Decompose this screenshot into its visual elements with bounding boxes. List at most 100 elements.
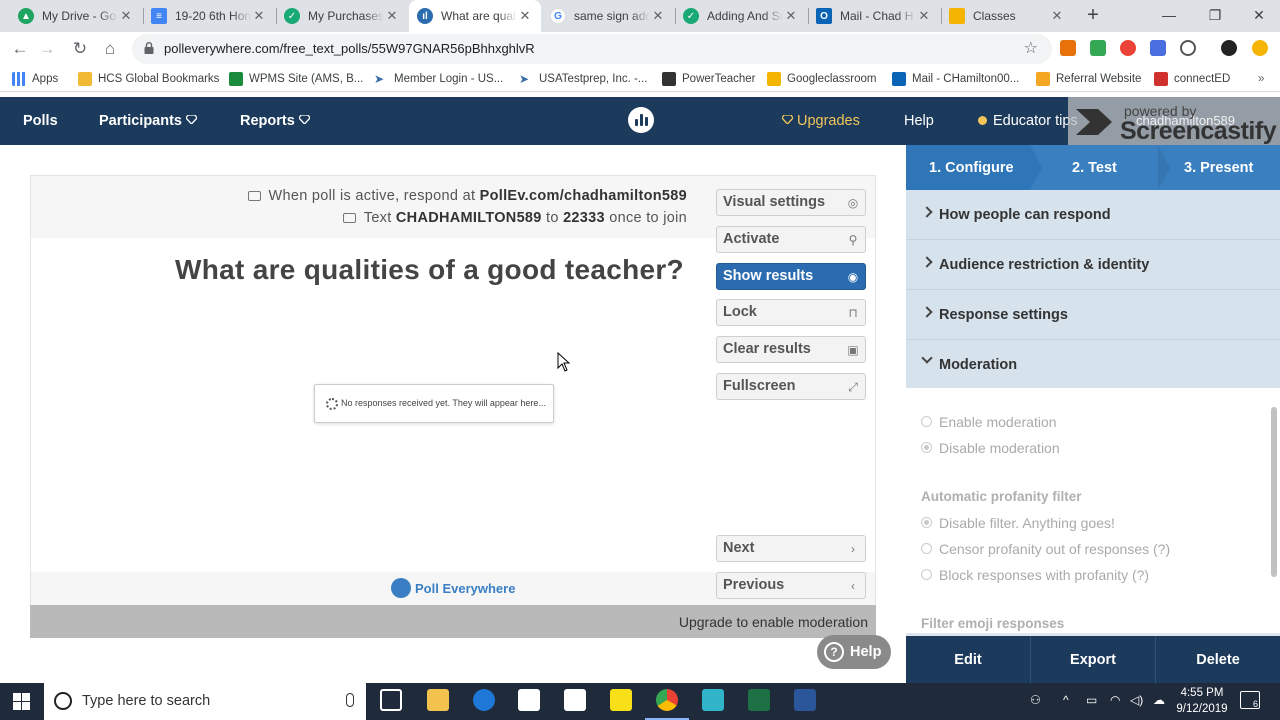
export-button[interactable]: Export <box>1031 636 1155 683</box>
wifi-icon[interactable]: ◠ <box>1110 693 1120 707</box>
people-icon[interactable]: ⚇ <box>1030 693 1041 707</box>
extension-icon[interactable] <box>1060 40 1076 56</box>
restore-icon[interactable]: ❐ <box>1192 0 1238 32</box>
close-window-icon[interactable]: ✕ <box>1236 0 1280 32</box>
bookmark-powerteacher[interactable]: PowerTeacher <box>662 70 756 88</box>
notification-center-icon[interactable]: 6 <box>1240 691 1260 709</box>
polleverywhere-logo[interactable] <box>628 107 654 133</box>
volume-icon[interactable]: ◁) <box>1130 693 1143 707</box>
bookmark-member-login[interactable]: ➤ Member Login - US... <box>374 70 503 88</box>
nav-help[interactable]: Help <box>904 113 934 129</box>
block-profanity-radio[interactable]: Block responses with profanity (?) <box>921 567 1149 583</box>
section-how-people-respond[interactable]: How people can respond <box>906 190 1280 240</box>
edge-icon[interactable] <box>473 689 495 711</box>
show-results-button[interactable]: Show results ◉ <box>716 263 866 290</box>
gmail-extension-icon[interactable] <box>1150 40 1166 56</box>
nav-participants[interactable]: Participants <box>99 113 197 129</box>
browser-tab-mail[interactable]: O Mail - Chad H ✕ <box>808 0 940 32</box>
minimize-icon[interactable]: — <box>1146 0 1192 32</box>
chrome-icon[interactable] <box>656 689 678 711</box>
close-icon[interactable]: ✕ <box>517 8 533 24</box>
bookmark-googleclassroom[interactable]: Googleclassroom <box>767 70 876 88</box>
bookmark-usatestprep[interactable]: ➤ USATestprep, Inc. -... <box>519 70 647 88</box>
back-arrow-icon[interactable]: ← <box>7 36 33 62</box>
power-extension-icon[interactable] <box>1180 40 1196 56</box>
nav-polls[interactable]: Polls <box>23 113 58 129</box>
close-icon[interactable]: ✕ <box>1049 8 1065 24</box>
nav-educator-tips[interactable]: Educator tips <box>978 113 1078 129</box>
close-icon[interactable]: ✕ <box>251 8 267 24</box>
profile-avatar[interactable] <box>1221 40 1237 56</box>
next-button[interactable]: Next › <box>716 535 866 562</box>
bookmark-hcs[interactable]: HCS Global Bookmarks <box>78 70 219 88</box>
activate-button[interactable]: Activate ⚲ <box>716 226 866 253</box>
more-bookmarks-chevron-icon[interactable]: » <box>1258 70 1264 88</box>
browser-tab-docs[interactable]: ≡ 19-20 6th Hon ✕ <box>143 0 275 32</box>
delete-button[interactable]: Delete <box>1156 636 1280 683</box>
snipping-tool-icon[interactable] <box>702 689 724 711</box>
battery-icon[interactable]: ▭ <box>1086 693 1097 707</box>
bookmark-referral[interactable]: Referral Website <box>1036 70 1141 88</box>
file-explorer-icon[interactable] <box>427 689 449 711</box>
bookmark-mail[interactable]: Mail - CHamilton00... <box>892 70 1019 88</box>
onedrive-icon[interactable]: ☁ <box>1153 693 1165 707</box>
forward-arrow-icon[interactable]: → <box>34 36 60 62</box>
browser-tab-poll[interactable]: ıl What are quali ✕ <box>409 0 541 32</box>
close-icon[interactable]: ✕ <box>118 8 134 24</box>
close-icon[interactable]: ✕ <box>783 8 799 24</box>
censor-profanity-radio[interactable]: Censor profanity out of responses (?) <box>921 541 1170 557</box>
tab-configure[interactable]: 1. Configure <box>929 145 1014 190</box>
help-bubble-button[interactable]: ? Help <box>817 635 891 669</box>
browser-tab-search[interactable]: G same sign add ✕ <box>542 0 674 32</box>
bookmark-star-icon[interactable]: ☆ <box>1024 38 1038 58</box>
bookmark-connected[interactable]: connectED <box>1154 70 1230 88</box>
previous-button[interactable]: Previous ‹ <box>716 572 866 599</box>
close-icon[interactable]: ✕ <box>384 8 400 24</box>
extension-icon[interactable] <box>1120 40 1136 56</box>
update-alert-icon[interactable] <box>1252 40 1268 56</box>
store-icon[interactable] <box>518 689 540 711</box>
lock-button[interactable]: Lock ⊓ <box>716 299 866 326</box>
bookmark-apps[interactable]: Apps <box>12 70 58 88</box>
upgrade-note[interactable]: Upgrade to enable moderation <box>679 614 868 630</box>
panel-scrollbar[interactable] <box>1271 407 1277 577</box>
nav-reports[interactable]: Reports <box>240 113 310 129</box>
close-icon[interactable]: ✕ <box>916 8 932 24</box>
fullscreen-button[interactable]: Fullscreen ⤢ <box>716 373 866 400</box>
section-audience-restriction[interactable]: Audience restriction & identity <box>906 240 1280 290</box>
windows-start-icon[interactable] <box>13 693 30 710</box>
new-tab-plus-icon[interactable]: + <box>1082 4 1104 28</box>
section-moderation[interactable]: Moderation <box>906 340 1280 390</box>
clear-results-button[interactable]: Clear results ▣ <box>716 336 866 363</box>
section-response-settings[interactable]: Response settings <box>906 290 1280 340</box>
chevron-up-icon[interactable]: ^ <box>1063 693 1069 707</box>
tab-present[interactable]: 3. Present <box>1184 145 1253 190</box>
visual-settings-button[interactable]: Visual settings ◎ <box>716 189 866 216</box>
microphone-icon[interactable] <box>346 693 354 707</box>
browser-tab-purchases[interactable]: ✓ My Purchases ✕ <box>276 0 408 32</box>
bookmark-wpms[interactable]: WPMS Site (AMS, B... <box>229 70 363 88</box>
close-icon[interactable]: ✕ <box>650 8 666 24</box>
taskbar-clock[interactable]: 4:55 PM 9/12/2019 <box>1172 685 1232 717</box>
browser-tab-adding[interactable]: ✓ Adding And Su ✕ <box>675 0 807 32</box>
browser-tab-classes[interactable]: Classes ✕ <box>941 0 1073 32</box>
reload-icon[interactable]: ↻ <box>67 36 93 62</box>
task-view-icon[interactable] <box>380 689 402 711</box>
text-number: 22333 <box>563 210 605 226</box>
word-icon[interactable] <box>794 689 816 711</box>
enable-moderation-radio[interactable]: Enable moderation <box>921 414 1057 430</box>
browser-tab-drive[interactable]: ▲ My Drive - Go ✕ <box>10 0 142 32</box>
address-bar[interactable]: polleverywhere.com/free_text_polls/55W97… <box>132 34 1052 64</box>
nav-upgrades[interactable]: Upgrades <box>782 113 860 129</box>
extension-icon[interactable] <box>1090 40 1106 56</box>
sticky-notes-icon[interactable] <box>610 689 632 711</box>
excel-icon[interactable] <box>748 689 770 711</box>
tab-test[interactable]: 2. Test <box>1072 145 1117 190</box>
disable-filter-radio[interactable]: Disable filter. Anything goes! <box>921 515 1115 531</box>
mail-icon[interactable] <box>564 689 586 711</box>
edit-button[interactable]: Edit <box>906 636 1030 683</box>
home-icon[interactable]: ⌂ <box>97 36 123 62</box>
disable-moderation-radio[interactable]: Disable moderation <box>921 440 1060 456</box>
taskbar-search[interactable]: Type here to search <box>44 683 366 720</box>
text-instruction: Text CHADHAMILTON589 to 22333 once to jo… <box>342 210 687 226</box>
